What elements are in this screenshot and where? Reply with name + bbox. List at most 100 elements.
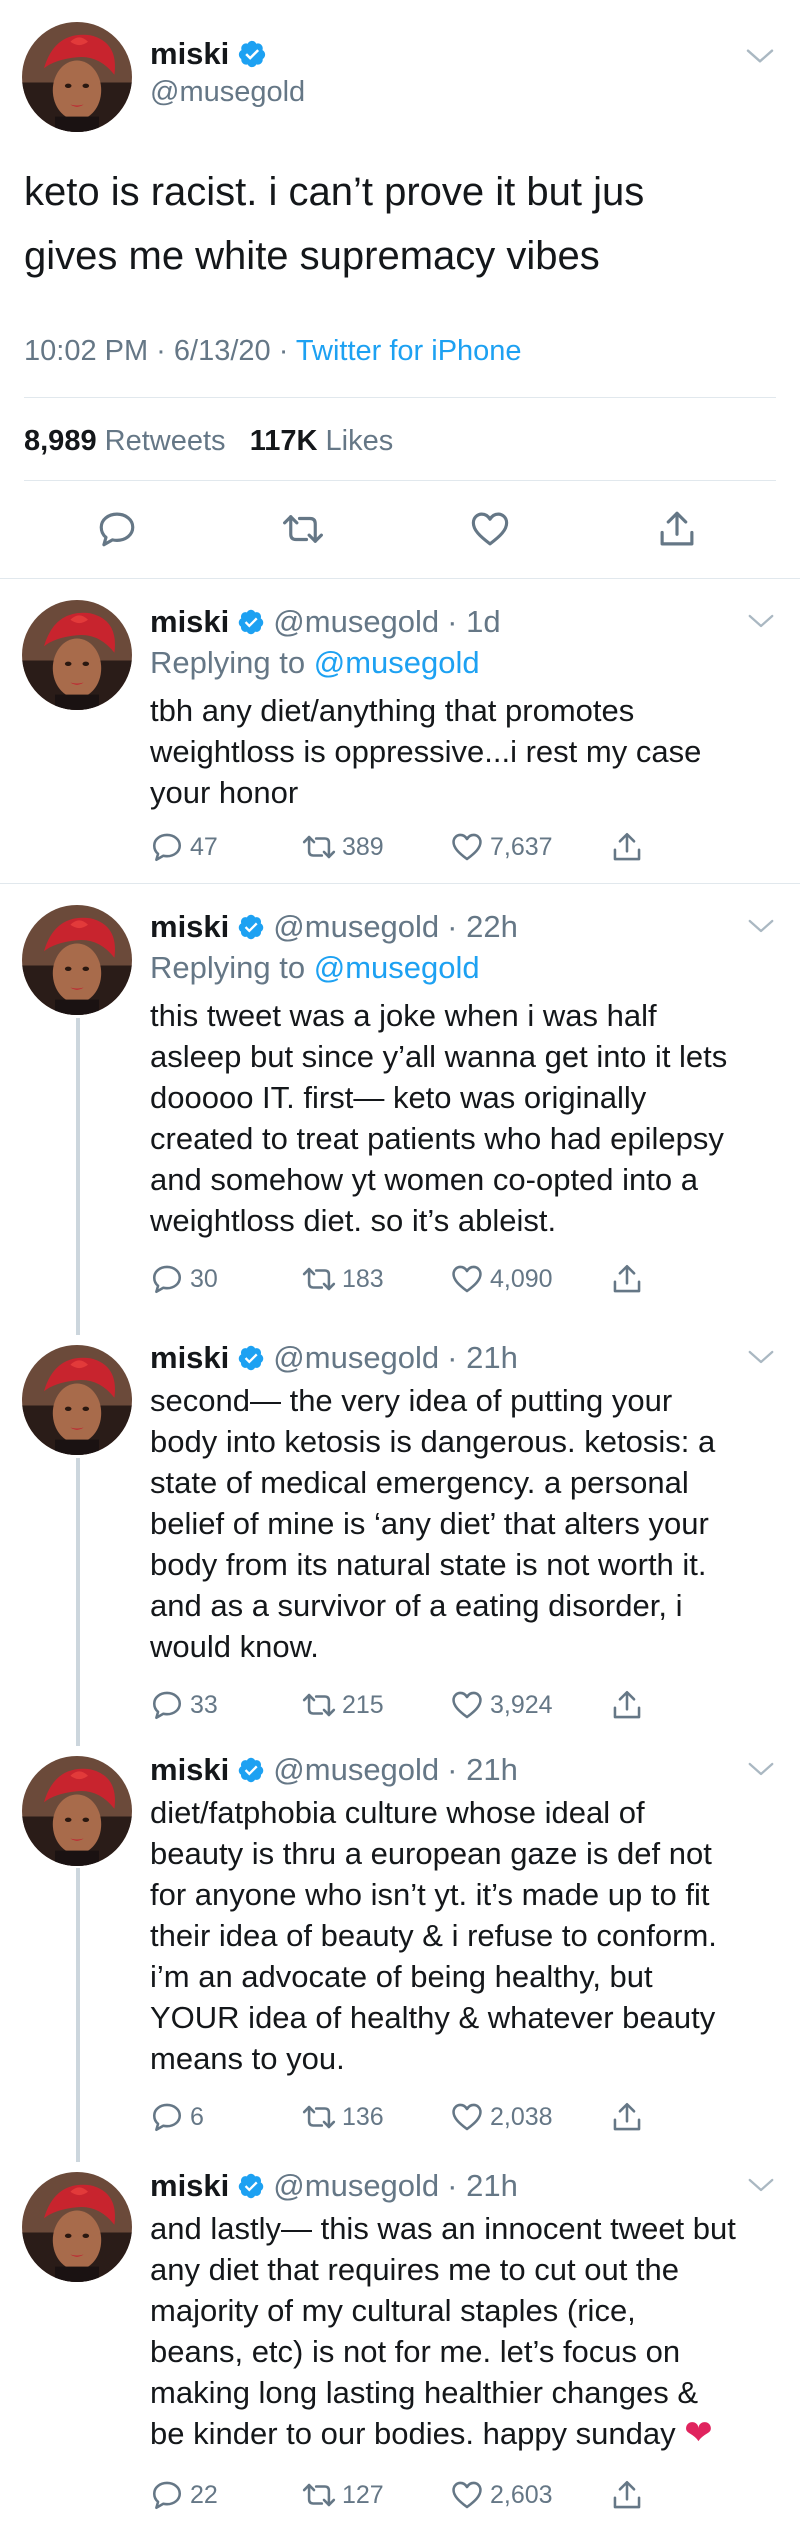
like-button[interactable]: 7,637 (450, 830, 553, 864)
reply-header: miski @musegold · 1d (150, 604, 501, 640)
retweet-button[interactable]: 127 (302, 2478, 384, 2512)
reply-timestamp[interactable]: · 21h (447, 1752, 518, 1788)
reply-timestamp[interactable]: · 21h (447, 2168, 518, 2204)
like-count: 2,038 (490, 2102, 553, 2131)
tweet-text-line: weightloss diet. so it’s ableist. (150, 1200, 780, 1241)
tweet-text-segment: making long lasting healthier changes & (150, 2375, 699, 2410)
reply-button[interactable]: 33 (150, 1688, 218, 1722)
avatar[interactable] (22, 600, 132, 710)
author-name[interactable]: miski (150, 36, 267, 72)
share-button[interactable] (610, 2100, 644, 2134)
like-button[interactable]: 3,924 (450, 1688, 553, 1722)
avatar[interactable] (22, 1345, 132, 1455)
like-button[interactable]: 2,038 (450, 2100, 553, 2134)
author-handle[interactable]: @musegold (273, 1340, 439, 1376)
tweet-text-line: any diet that requires me to cut out the (150, 2249, 780, 2290)
author-name[interactable]: miski (150, 2168, 229, 2204)
author-name[interactable]: miski (150, 604, 229, 640)
heart-icon (450, 2478, 484, 2512)
tweet-text-line: body into ketosis is dangerous. ketosis:… (150, 1421, 780, 1462)
retweet-button[interactable]: 215 (302, 1688, 384, 1722)
reply-timestamp[interactable]: · 1d (447, 604, 500, 640)
tweet-text: keto is racist. i can’t prove it but jus… (24, 160, 764, 288)
retweet-button[interactable]: 136 (302, 2100, 384, 2134)
chevron-down-icon[interactable] (744, 40, 776, 72)
avatar[interactable] (22, 22, 132, 132)
tweet-action-bar: 30 183 4,090 (150, 1262, 690, 1302)
author-name-text[interactable]: miski (150, 36, 229, 72)
reply-button[interactable]: 30 (150, 1262, 218, 1296)
tweet-text-segment: created to treat patients who had epilep… (150, 1121, 724, 1156)
chevron-down-icon[interactable] (746, 911, 776, 941)
tweet-text-segment: i’m an advocate of being healthy, but (150, 1959, 653, 1994)
tweet-timestamp[interactable]: 10:02 PM · 6/13/20 · (24, 335, 296, 367)
reply-icon[interactable] (96, 508, 138, 550)
retweet-icon (302, 830, 336, 864)
reply-header: miski @musegold · 21h (150, 2168, 518, 2204)
likes-label: Likes (325, 425, 394, 457)
reply-timestamp[interactable]: · 21h (447, 1340, 518, 1376)
verified-badge-icon (237, 1344, 265, 1372)
share-button[interactable] (610, 830, 644, 864)
share-button[interactable] (610, 2478, 644, 2512)
tweet-text-line: for anyone who isn’t yt. it’s made up to… (150, 1874, 780, 1915)
divider (0, 883, 800, 884)
replying-to: Replying to @musegold (150, 645, 480, 681)
author-handle[interactable]: @musegold (273, 909, 439, 945)
tweet-text-segment: any diet that requires me to cut out the (150, 2252, 680, 2287)
avatar[interactable] (22, 1756, 132, 1866)
author-handle[interactable]: @musegold (273, 2168, 439, 2204)
retweet-icon[interactable] (282, 508, 324, 550)
tweet-action-bar: 33 215 3,924 (150, 1688, 690, 1728)
avatar[interactable] (22, 2172, 132, 2282)
replying-to-link[interactable]: @musegold (314, 950, 480, 985)
heart-icon[interactable] (469, 508, 511, 550)
tweet-text-segment: beauty is thru a european gaze is def no… (150, 1836, 712, 1871)
chevron-down-icon[interactable] (746, 1342, 776, 1372)
replying-to-label: Replying to (150, 950, 314, 985)
like-button[interactable]: 4,090 (450, 1262, 553, 1296)
tweet-text-segment: for anyone who isn’t yt. it’s made up to… (150, 1877, 710, 1912)
reply-button[interactable]: 22 (150, 2478, 218, 2512)
retweet-button[interactable]: 389 (302, 830, 384, 864)
tweet-text-segment: their idea of beauty & i refuse to confo… (150, 1918, 717, 1953)
share-icon[interactable] (656, 508, 698, 550)
tweet-text-line: beauty is thru a european gaze is def no… (150, 1833, 780, 1874)
tweet-text-line: and somehow yt women co-opted into a (150, 1159, 780, 1200)
tweet-text-segment: body from its natural state is not worth… (150, 1547, 707, 1582)
tweet-text-line: majority of my cultural staples (rice, (150, 2290, 780, 2331)
author-handle[interactable]: @musegold (273, 604, 439, 640)
author-name[interactable]: miski (150, 1752, 229, 1788)
author-handle[interactable]: @musegold (150, 76, 305, 109)
reply-icon (150, 830, 184, 864)
tweet-source-link[interactable]: Twitter for iPhone (296, 335, 522, 367)
reply-button[interactable]: 47 (150, 830, 218, 864)
tweet-text-line: gives me white supremacy vibes (24, 234, 600, 278)
main-tweet: miski @musegold keto is racist. i can’t … (0, 0, 800, 580)
like-count: 7,637 (490, 832, 553, 861)
tweet-text-line: their idea of beauty & i refuse to confo… (150, 1915, 780, 1956)
avatar[interactable] (22, 905, 132, 1015)
tweet-text-segment: and somehow yt women co-opted into a (150, 1162, 698, 1197)
retweets-stat[interactable]: 8,989 Retweets (24, 425, 226, 457)
tweet-text: tbh any diet/anything that promotes weigh… (150, 690, 780, 813)
chevron-down-icon[interactable] (746, 2170, 776, 2200)
retweet-button[interactable]: 183 (302, 1262, 384, 1296)
author-handle[interactable]: @musegold (273, 1752, 439, 1788)
like-count: 2,603 (490, 2480, 553, 2509)
reply-timestamp[interactable]: · 22h (447, 909, 518, 945)
likes-stat[interactable]: 117K Likes (250, 425, 394, 457)
chevron-down-icon[interactable] (746, 1754, 776, 1784)
author-name[interactable]: miski (150, 1340, 229, 1376)
chevron-down-icon[interactable] (746, 606, 776, 636)
tweet-text-line: and as a survivor of a eating disorder, … (150, 1585, 780, 1626)
share-button[interactable] (610, 1688, 644, 1722)
reply-button[interactable]: 6 (150, 2100, 204, 2134)
share-button[interactable] (610, 1262, 644, 1296)
author-name[interactable]: miski (150, 909, 229, 945)
replying-to-link[interactable]: @musegold (314, 645, 480, 680)
reply-count: 30 (190, 1264, 218, 1293)
thread-connector-line (76, 1868, 80, 2162)
heart-icon (450, 1688, 484, 1722)
like-button[interactable]: 2,603 (450, 2478, 553, 2512)
